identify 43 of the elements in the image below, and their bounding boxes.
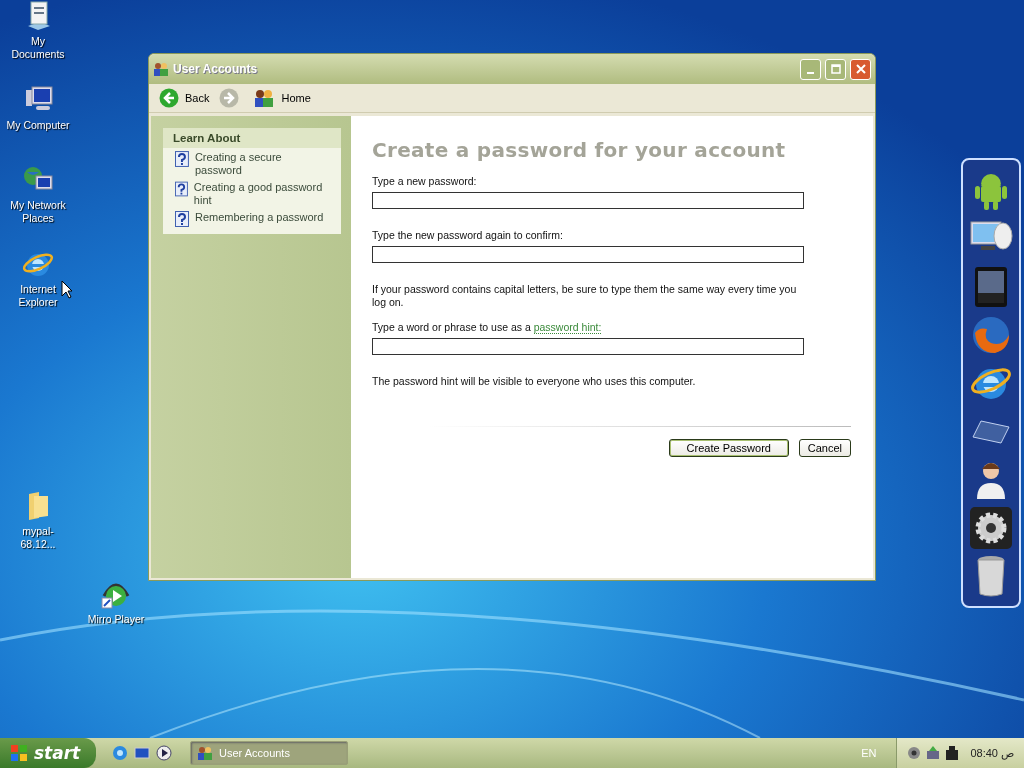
speaker-icon[interactable] [907,746,922,760]
new-password-field[interactable] [372,192,804,209]
help-icon [175,211,189,227]
close-icon [855,64,866,74]
confirm-password-field[interactable] [372,246,804,263]
users-icon [197,746,213,760]
help-link[interactable]: Creating a good password hint [193,181,331,207]
field-label: Type the new password again to confirm: [372,229,564,241]
field-label: Type a new password: [372,175,478,187]
maximize-icon [830,64,841,74]
window-title: User Accounts [173,62,258,76]
desktop-icon-label[interactable]: My Computer [6,119,70,132]
caps-note: If your password contains capital letters, be sure to type them the same way every time you log on. [372,283,798,309]
desktop-icon-label[interactable]: mypal-68.12... [6,525,70,551]
clock: 08:40 ص [970,746,1014,760]
password-hint-link[interactable]: password hint: [533,321,602,334]
gear-icon[interactable] [969,505,1013,550]
help-link[interactable]: Creating a secure password [194,151,331,177]
windows-flag-icon [10,744,28,762]
desktop-icon[interactable] [134,745,150,761]
network-icon[interactable] [926,746,941,760]
back-button[interactable]: Back [155,88,214,108]
create-password-button[interactable]: Create Password [668,439,789,457]
field-label: Type a word or phrase to use as a [372,321,531,333]
mouse-pointer-icon [61,280,73,299]
tray-app-icon[interactable] [945,746,960,760]
help-icon [175,181,188,197]
users-icon [253,89,276,107]
close-button[interactable] [850,58,871,80]
users-icon [153,62,169,76]
desktop-icon-label[interactable]: My Network Places [6,199,70,225]
help-link[interactable]: Remembering a password [195,211,324,224]
cancel-button[interactable]: Cancel [798,439,851,457]
panel-title: Learn About [163,128,341,148]
hint-note: The password hint will be visible to everyone who uses this computer. [372,375,697,388]
home-button[interactable]: Home [249,89,315,107]
desktop-icon-label[interactable]: My Documents [6,35,70,61]
start-button[interactable]: start [0,738,96,768]
password-hint-field[interactable] [372,338,804,355]
help-icon [175,151,189,167]
play-icon[interactable] [156,745,172,761]
minimize-icon [807,72,814,74]
page-heading: Create a password for your account [372,138,787,162]
